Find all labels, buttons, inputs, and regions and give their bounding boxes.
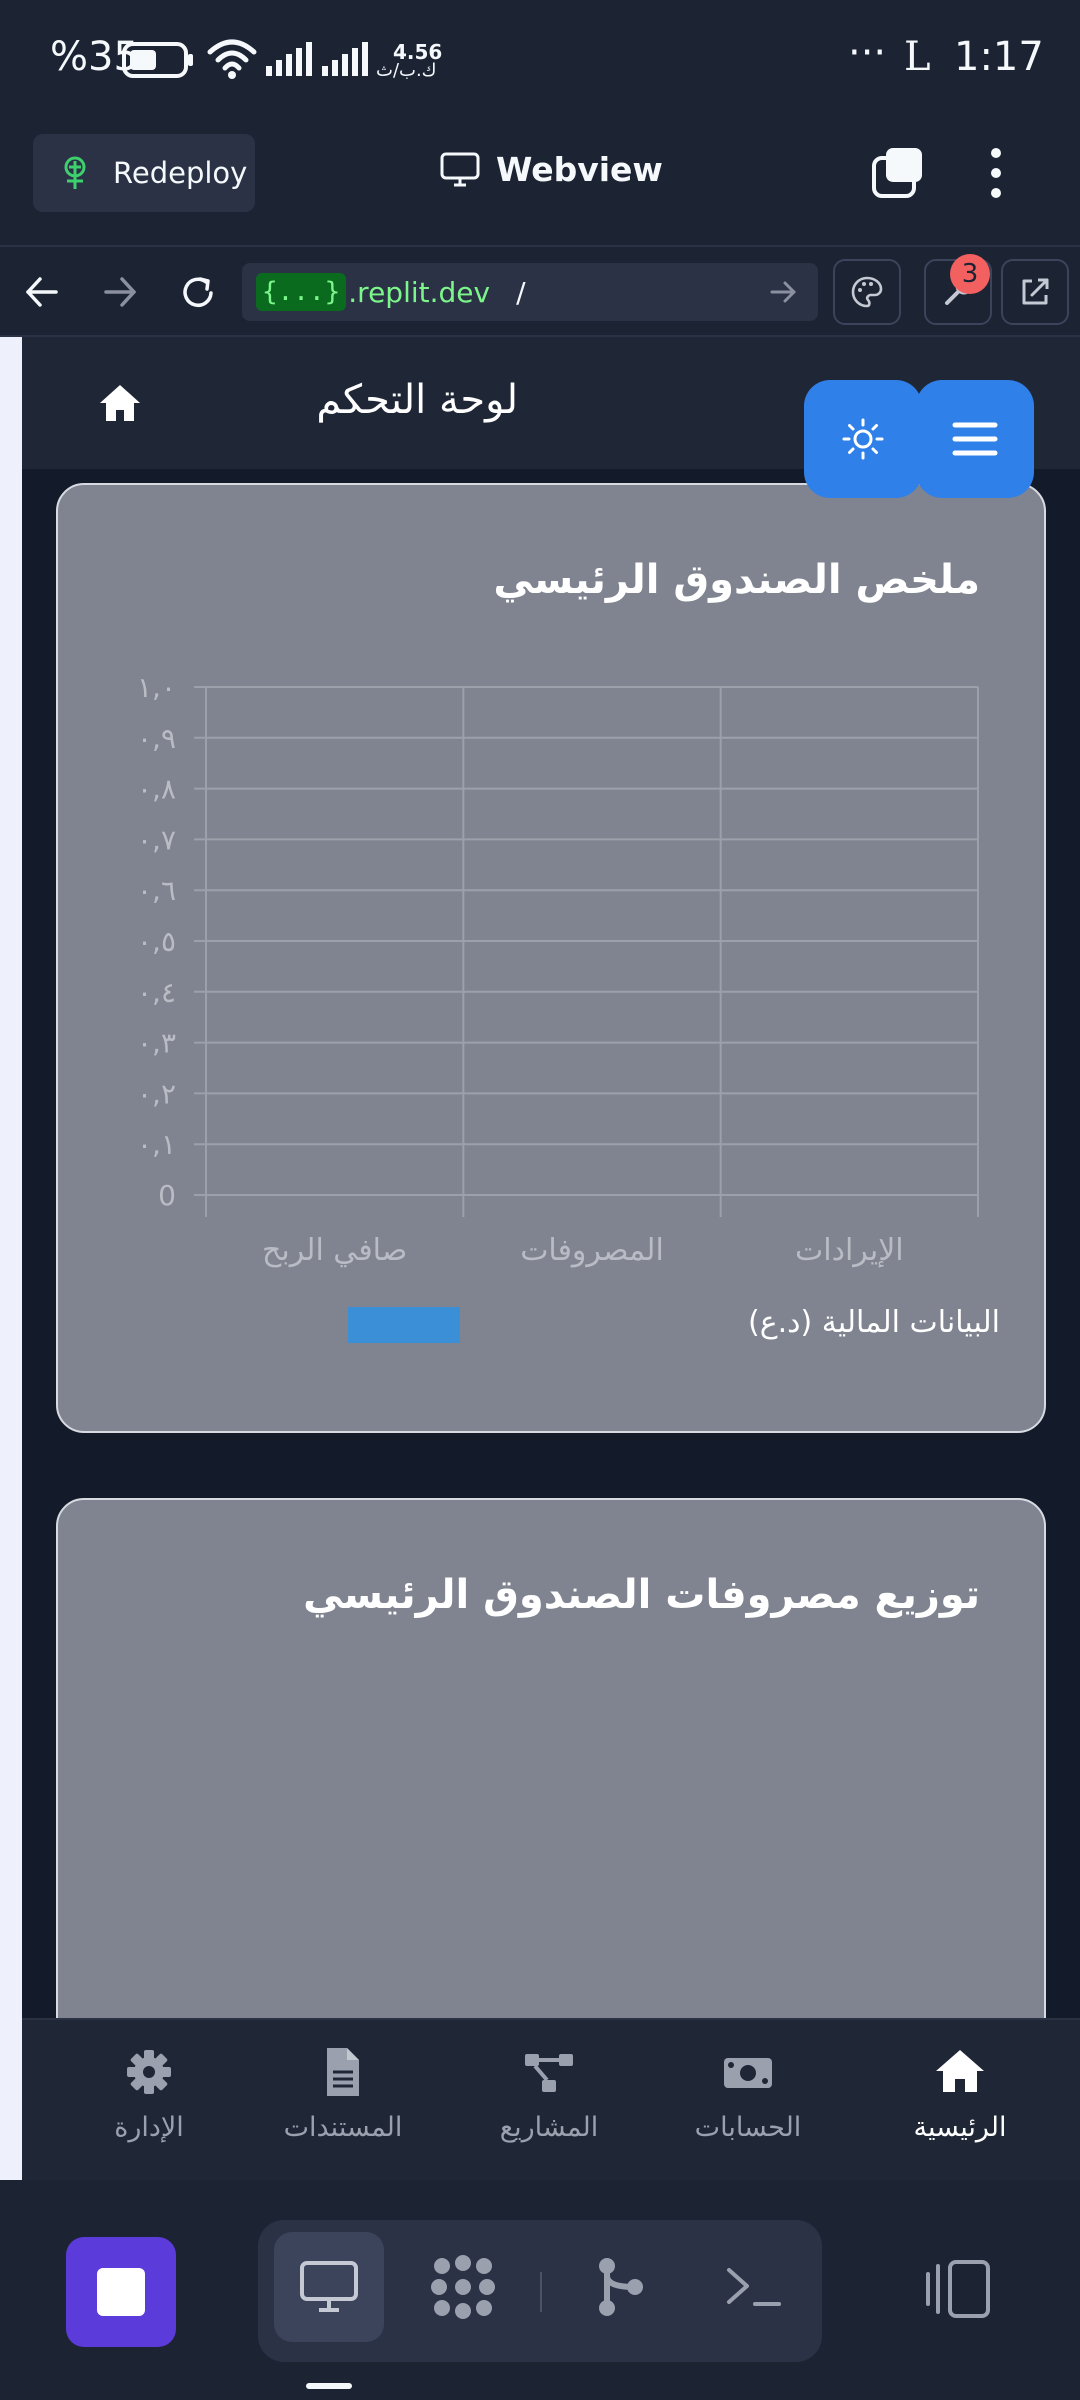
signal-icon-1 [266,42,312,76]
y-tick-label: ٠,٣ [137,1027,176,1060]
reload-icon[interactable] [178,273,218,313]
replit-header: Redeploy Webview [0,120,1080,245]
monitor-icon [440,152,480,186]
carrier-icon: L [904,34,931,80]
y-tick-label: 0 [158,1179,176,1212]
file-icon [327,2048,359,2096]
terminal-icon [727,2268,781,2306]
webview-tool-button[interactable] [274,2232,384,2342]
page-title: لوحة التحكم [316,377,518,423]
webview-tab[interactable]: Webview [440,150,663,189]
webview-label: Webview [496,150,663,189]
signal-icon-2 [322,42,368,76]
redeploy-button[interactable]: Redeploy [33,134,255,212]
external-link-icon [1022,278,1049,305]
hamburger-icon [952,422,998,456]
nav-item-home[interactable]: الرئيسية [860,2046,1060,2143]
theme-toggle-button[interactable] [804,380,922,498]
grid-dots-icon [431,2255,495,2319]
tabs-icon[interactable] [870,144,926,200]
open-external-button[interactable] [1001,259,1069,325]
more-icon: ··· [848,30,887,76]
nav-item-accounts[interactable]: الحسابات [648,2046,848,2143]
stop-button[interactable] [66,2237,176,2347]
git-branch-icon [599,2258,643,2316]
project-diagram-icon [525,2054,573,2092]
legend-swatch[interactable] [348,1307,460,1343]
nav-item-projects[interactable]: المشاريع [449,2046,649,2143]
y-tick-label: ٠,٨ [137,773,176,806]
y-tick-label: ٠,٩ [137,722,176,755]
y-tick-label: ٠,١ [137,1128,176,1161]
deploy-icon [64,156,86,189]
shell-tool-button[interactable] [698,2232,808,2342]
wifi-icon [207,39,257,79]
y-tick-label: ١,٠ [137,671,176,704]
redeploy-label: Redeploy [113,156,248,190]
nav-label: الإدارة [114,2112,184,2143]
x-tick-label: صافي الربح [262,1233,407,1268]
url-toolbar: {...} .replit.dev / 3 [0,245,1080,337]
money-bill-icon [724,2058,772,2088]
url-badge: {...} [256,273,347,311]
monitor-icon [300,2261,358,2312]
gear-icon [127,2050,171,2094]
url-path: / [516,275,526,309]
home-indicator [306,2383,352,2389]
go-arrow-icon[interactable] [770,279,798,305]
legend-label[interactable]: البيانات المالية (د.ع) [748,1305,1000,1340]
forward-icon[interactable] [102,275,138,309]
battery-icon [122,42,193,78]
summary-chart: 0 ٠,١ ٠,٢ ٠,٣ ٠,٤ ٠,٥ ٠,٦ ٠,٧ ٠,٨ ٠,٩ ١,٠ الإيرادا… [137,671,1000,1343]
replit-toolbar [0,2180,1080,2400]
summary-card: ملخص الصندوق الرئيسي 0 ٠,١ ٠,٢ ٠,٣ ٠,٤ ٠,٥ ٠,٦… [56,483,1046,1433]
nav-item-admin[interactable]: الإدارة [49,2046,249,2143]
nav-label: المستندات [283,2112,403,2143]
stop-icon [97,2268,145,2316]
nav-label: المشاريع [499,2112,599,2143]
y-tick-label: ٠,٦ [137,874,176,907]
panels-icon[interactable] [924,2256,992,2322]
url-host: .replit.dev [348,275,491,309]
y-tick-label: ٠,٥ [137,925,176,958]
bottom-nav: الرئيسية الحسابات المشاريع المستندات الإ… [22,2018,1080,2180]
packages-tool-button[interactable] [408,2232,518,2342]
webview: لوحة التحكم ملخص الصندوق الرئيسي 0 ٠,١ ٠,٢… [0,337,1080,2198]
nav-item-documents[interactable]: المستندات [243,2046,443,2143]
git-tool-button[interactable] [564,2232,674,2342]
x-tick-label: الإيرادات [795,1233,904,1268]
tool-group [258,2220,822,2362]
status-bar: %35 4.56 ك.ب/ث ··· L 1:17 [0,0,1080,120]
palette-button[interactable] [833,259,901,325]
x-tick-label: المصروفات [520,1233,664,1268]
kebab-menu-icon[interactable] [988,146,1004,200]
home-icon [936,2050,984,2092]
app-root: لوحة التحكم ملخص الصندوق الرئيسي 0 ٠,١ ٠,٢… [22,337,1080,2198]
clock: 1:17 [954,34,1044,80]
nav-label: الرئيسية [913,2112,1007,2143]
y-tick-label: ٠,٤ [137,976,176,1009]
nav-label: الحسابات [694,2112,802,2143]
toolbar-divider [540,2272,542,2312]
menu-button[interactable] [916,380,1034,498]
y-tick-label: ٠,٢ [137,1077,176,1110]
palette-icon [851,276,883,308]
card-title: توزيع مصروفات الصندوق الرئيسي [303,1572,980,1618]
back-icon[interactable] [24,275,60,309]
notification-badge: 3 [950,254,990,294]
y-tick-label: ٠,٧ [137,823,176,856]
url-field[interactable]: {...} .replit.dev / [242,263,818,321]
net-speed-unit: ك.ب/ث [376,60,437,81]
sun-icon [842,418,884,460]
